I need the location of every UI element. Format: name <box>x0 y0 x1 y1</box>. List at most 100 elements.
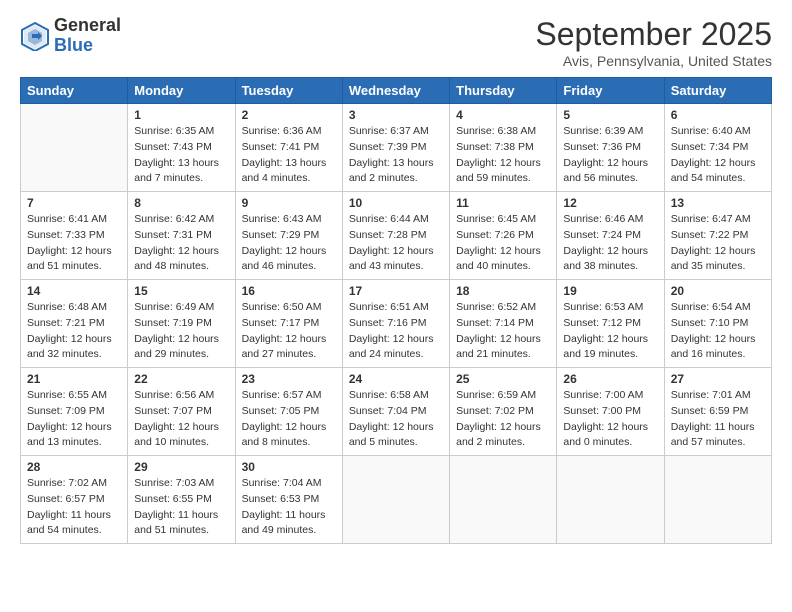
day-detail: Sunrise: 6:57 AMSunset: 7:05 PMDaylight:… <box>242 388 336 451</box>
day-detail: Sunrise: 6:41 AMSunset: 7:33 PMDaylight:… <box>27 212 121 275</box>
day-number: 22 <box>134 372 228 386</box>
day-number: 17 <box>349 284 443 298</box>
col-monday: Monday <box>128 78 235 104</box>
sunset-text: Sunset: 7:17 PM <box>242 316 336 332</box>
sunset-text: Sunset: 7:05 PM <box>242 404 336 420</box>
day-detail: Sunrise: 6:51 AMSunset: 7:16 PMDaylight:… <box>349 300 443 363</box>
table-row: 29Sunrise: 7:03 AMSunset: 6:55 PMDayligh… <box>128 456 235 544</box>
day-number: 25 <box>456 372 550 386</box>
table-row <box>450 456 557 544</box>
daylight-text: Daylight: 12 hours and 43 minutes. <box>349 244 443 276</box>
table-row: 10Sunrise: 6:44 AMSunset: 7:28 PMDayligh… <box>342 192 449 280</box>
day-number: 30 <box>242 460 336 474</box>
daylight-text: Daylight: 13 hours and 7 minutes. <box>134 156 228 188</box>
title-area: September 2025 Avis, Pennsylvania, Unite… <box>535 16 772 69</box>
table-row: 15Sunrise: 6:49 AMSunset: 7:19 PMDayligh… <box>128 280 235 368</box>
sunset-text: Sunset: 7:00 PM <box>563 404 657 420</box>
sunset-text: Sunset: 7:28 PM <box>349 228 443 244</box>
day-number: 18 <box>456 284 550 298</box>
sunset-text: Sunset: 7:39 PM <box>349 140 443 156</box>
day-detail: Sunrise: 6:37 AMSunset: 7:39 PMDaylight:… <box>349 124 443 187</box>
daylight-text: Daylight: 13 hours and 2 minutes. <box>349 156 443 188</box>
day-number: 19 <box>563 284 657 298</box>
table-row: 12 Sunrise: 6:46 AMSunset: 7:24 PMDayligh… <box>557 192 664 280</box>
sunset-text: Sunset: 7:31 PM <box>134 228 228 244</box>
sunrise-text: Sunrise: 6:50 AM <box>242 300 336 316</box>
table-row: 2Sunrise: 6:36 AMSunset: 7:41 PMDaylight… <box>235 104 342 192</box>
col-tuesday: Tuesday <box>235 78 342 104</box>
day-detail: Sunrise: 6:42 AMSunset: 7:31 PMDaylight:… <box>134 212 228 275</box>
day-detail: Sunrise: 6:47 AMSunset: 7:22 PMDaylight:… <box>671 212 765 275</box>
sunrise-text: Sunrise: 6:52 AM <box>456 300 550 316</box>
sunrise-text: Sunrise: 6:39 AM <box>563 124 657 140</box>
table-row: 19 Sunrise: 6:53 AMSunset: 7:12 PMDayligh… <box>557 280 664 368</box>
day-detail: Sunrise: 6:55 AMSunset: 7:09 PMDaylight:… <box>27 388 121 451</box>
daylight-text: Daylight: 12 hours and 38 minutes. <box>563 244 657 276</box>
sunrise-text: Sunrise: 7:03 AM <box>134 476 228 492</box>
table-row: 3Sunrise: 6:37 AMSunset: 7:39 PMDaylight… <box>342 104 449 192</box>
sunset-text: Sunset: 7:41 PM <box>242 140 336 156</box>
sunset-text: Sunset: 7:14 PM <box>456 316 550 332</box>
daylight-text: Daylight: 12 hours and 13 minutes. <box>27 420 121 452</box>
daylight-text: Daylight: 12 hours and 5 minutes. <box>349 420 443 452</box>
sunrise-text: Sunrise: 6:51 AM <box>349 300 443 316</box>
logo-general-text: General <box>54 16 121 36</box>
table-row <box>21 104 128 192</box>
sunrise-text: Sunrise: 6:57 AM <box>242 388 336 404</box>
daylight-text: Daylight: 12 hours and 32 minutes. <box>27 332 121 364</box>
sunset-text: Sunset: 7:24 PM <box>563 228 657 244</box>
day-number: 15 <box>134 284 228 298</box>
table-row: 9Sunrise: 6:43 AMSunset: 7:29 PMDaylight… <box>235 192 342 280</box>
table-row: 16Sunrise: 6:50 AMSunset: 7:17 PMDayligh… <box>235 280 342 368</box>
col-sunday: Sunday <box>21 78 128 104</box>
header-row: Sunday Monday Tuesday Wednesday Thursday… <box>21 78 772 104</box>
day-detail: Sunrise: 6:46 AMSunset: 7:24 PMDaylight:… <box>563 212 657 275</box>
month-title: September 2025 <box>535 16 772 53</box>
sunrise-text: Sunrise: 6:49 AM <box>134 300 228 316</box>
day-number: 26 <box>563 372 657 386</box>
daylight-text: Daylight: 12 hours and 54 minutes. <box>671 156 765 188</box>
table-row: 8 Sunrise: 6:42 AMSunset: 7:31 PMDaylight… <box>128 192 235 280</box>
sunrise-text: Sunrise: 6:56 AM <box>134 388 228 404</box>
calendar-week-row: 7Sunrise: 6:41 AMSunset: 7:33 PMDaylight… <box>21 192 772 280</box>
daylight-text: Daylight: 12 hours and 8 minutes. <box>242 420 336 452</box>
day-number: 14 <box>27 284 121 298</box>
daylight-text: Daylight: 12 hours and 35 minutes. <box>671 244 765 276</box>
table-row: 23Sunrise: 6:57 AMSunset: 7:05 PMDayligh… <box>235 368 342 456</box>
daylight-text: Daylight: 12 hours and 2 minutes. <box>456 420 550 452</box>
day-detail: Sunrise: 6:59 AMSunset: 7:02 PMDaylight:… <box>456 388 550 451</box>
calendar-week-row: 21Sunrise: 6:55 AMSunset: 7:09 PMDayligh… <box>21 368 772 456</box>
day-detail: Sunrise: 6:50 AMSunset: 7:17 PMDaylight:… <box>242 300 336 363</box>
sunrise-text: Sunrise: 6:45 AM <box>456 212 550 228</box>
table-row: 25 Sunrise: 6:59 AMSunset: 7:02 PMDayligh… <box>450 368 557 456</box>
day-number: 10 <box>349 196 443 210</box>
table-row: 20Sunrise: 6:54 AMSunset: 7:10 PMDayligh… <box>664 280 771 368</box>
sunrise-text: Sunrise: 6:47 AM <box>671 212 765 228</box>
table-row: 26Sunrise: 7:00 AMSunset: 7:00 PMDayligh… <box>557 368 664 456</box>
sunrise-text: Sunrise: 6:41 AM <box>27 212 121 228</box>
day-number: 12 <box>563 196 657 210</box>
location-title: Avis, Pennsylvania, United States <box>535 53 772 69</box>
sunrise-text: Sunrise: 6:59 AM <box>456 388 550 404</box>
sunrise-text: Sunrise: 7:04 AM <box>242 476 336 492</box>
day-detail: Sunrise: 6:53 AMSunset: 7:12 PMDaylight:… <box>563 300 657 363</box>
sunrise-text: Sunrise: 6:35 AM <box>134 124 228 140</box>
sunset-text: Sunset: 7:09 PM <box>27 404 121 420</box>
day-detail: Sunrise: 6:58 AMSunset: 7:04 PMDaylight:… <box>349 388 443 451</box>
calendar-week-row: 14 Sunrise: 6:48 AMSunset: 7:21 PMDayligh… <box>21 280 772 368</box>
day-detail: Sunrise: 6:48 AMSunset: 7:21 PMDaylight:… <box>27 300 121 363</box>
daylight-text: Daylight: 11 hours and 51 minutes. <box>134 508 228 540</box>
table-row: 6Sunrise: 6:40 AMSunset: 7:34 PMDaylight… <box>664 104 771 192</box>
day-number: 8 <box>134 196 228 210</box>
col-saturday: Saturday <box>664 78 771 104</box>
table-row: 28Sunrise: 7:02 AMSunset: 6:57 PMDayligh… <box>21 456 128 544</box>
day-detail: Sunrise: 6:40 AMSunset: 7:34 PMDaylight:… <box>671 124 765 187</box>
day-detail: Sunrise: 6:52 AMSunset: 7:14 PMDaylight:… <box>456 300 550 363</box>
daylight-text: Daylight: 13 hours and 4 minutes. <box>242 156 336 188</box>
sunrise-text: Sunrise: 6:43 AM <box>242 212 336 228</box>
daylight-text: Daylight: 12 hours and 48 minutes. <box>134 244 228 276</box>
sunset-text: Sunset: 6:57 PM <box>27 492 121 508</box>
sunrise-text: Sunrise: 6:53 AM <box>563 300 657 316</box>
day-number: 28 <box>27 460 121 474</box>
logo-text: General Blue <box>54 16 121 56</box>
